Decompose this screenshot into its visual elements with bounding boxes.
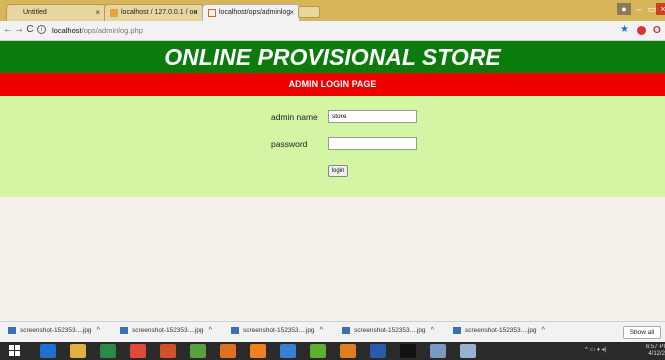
system-tray-icons[interactable]: ^ ▭ ♦ ◂) xyxy=(585,346,607,353)
password-field[interactable] xyxy=(328,137,417,150)
browser-tab-strip: Untitled × localhost / 127.0.0.1 / on × … xyxy=(0,0,665,21)
download-item[interactable]: screenshot-152353....jpg ^ xyxy=(342,327,434,334)
app-icon[interactable] xyxy=(280,344,296,358)
close-tab-icon[interactable]: × xyxy=(289,8,294,17)
tab-label: Untitled xyxy=(23,9,47,16)
user-icon[interactable]: ● xyxy=(617,3,631,15)
tab-label: localhost / 127.0.0.1 / on xyxy=(121,9,198,16)
opera-icon[interactable]: O xyxy=(653,25,661,37)
admin-name-label: admin name xyxy=(271,112,318,122)
app-icon[interactable] xyxy=(430,344,446,358)
phpmyadmin-icon xyxy=(110,9,118,17)
show-all-button[interactable]: Show all xyxy=(623,326,661,339)
download-filename: screenshot-152353....jpg xyxy=(132,327,204,335)
store-icon[interactable] xyxy=(100,344,116,358)
url-path: /ops/adminlog.php xyxy=(81,26,143,35)
admin-name-field[interactable] xyxy=(328,110,417,123)
chevron-up-icon[interactable]: ^ xyxy=(320,327,323,334)
download-filename: screenshot-152353....jpg xyxy=(20,327,92,335)
bookmark-star-icon[interactable]: ★ xyxy=(620,24,629,36)
page-icon xyxy=(208,9,216,17)
close-window-icon[interactable]: × xyxy=(656,3,665,15)
clock-date: 4/12/2 xyxy=(648,351,665,357)
download-filename: screenshot-152353....jpg xyxy=(354,327,426,335)
image-file-icon xyxy=(8,327,16,334)
close-tab-icon[interactable]: × xyxy=(193,8,198,17)
login-button[interactable]: login xyxy=(328,165,348,177)
download-item[interactable]: screenshot-152353....jpg ^ xyxy=(120,327,212,334)
chevron-up-icon[interactable]: ^ xyxy=(542,327,545,334)
tab-adminlog[interactable]: localhost/ops/adminlog × xyxy=(202,4,300,21)
new-tab-button[interactable] xyxy=(298,6,320,18)
tab-phpmyadmin[interactable]: localhost / 127.0.0.1 / on × xyxy=(104,4,204,21)
chrome-icon[interactable] xyxy=(130,344,146,358)
chevron-up-icon[interactable]: ^ xyxy=(97,327,100,334)
word-icon[interactable] xyxy=(370,344,386,358)
extension-icon[interactable] xyxy=(637,26,646,35)
download-item[interactable]: screenshot-152353....jpg ^ xyxy=(8,327,100,334)
file-explorer-icon[interactable] xyxy=(70,344,86,358)
app-icon[interactable] xyxy=(190,344,206,358)
download-item[interactable]: screenshot-152353....jpg ^ xyxy=(231,327,323,334)
app-icon[interactable] xyxy=(310,344,326,358)
xampp-icon[interactable] xyxy=(220,344,236,358)
close-tab-icon[interactable]: × xyxy=(95,8,100,17)
minimize-icon[interactable]: – xyxy=(632,3,646,15)
chevron-up-icon[interactable]: ^ xyxy=(431,327,434,334)
address-bar-row: ← → C i localhost/ops/adminlog.php ★ O xyxy=(0,21,665,41)
forward-button[interactable]: → xyxy=(14,24,24,36)
vlc-icon[interactable] xyxy=(340,344,356,358)
downloads-bar: screenshot-152353....jpg ^ screenshot-152… xyxy=(0,321,665,343)
clock[interactable]: 6:57 PI 4/12/2 xyxy=(645,344,665,358)
page-subtitle: ADMIN LOGIN PAGE xyxy=(0,73,665,96)
app-icon[interactable] xyxy=(460,344,476,358)
password-label: password xyxy=(271,139,308,149)
windows-start-icon[interactable] xyxy=(9,345,21,357)
back-button[interactable]: ← xyxy=(3,24,13,36)
address-input[interactable]: localhost/ops/adminlog.php xyxy=(52,24,612,37)
tab-untitled[interactable]: Untitled × xyxy=(6,4,106,21)
clock-time: 6:57 PI xyxy=(645,344,665,350)
page-title: ONLINE PROVISIONAL STORE xyxy=(0,41,665,73)
url-host: localhost xyxy=(52,26,82,35)
image-file-icon xyxy=(453,327,461,334)
info-icon[interactable]: i xyxy=(37,25,46,34)
image-file-icon xyxy=(231,327,239,334)
powerpoint-icon[interactable] xyxy=(160,344,176,358)
taskbar: ^ ▭ ♦ ◂) 6:57 PI 4/12/2 xyxy=(0,342,665,360)
download-item[interactable]: screenshot-152353....jpg ^ xyxy=(453,327,545,334)
reload-button[interactable]: C xyxy=(25,24,35,36)
chevron-up-icon[interactable]: ^ xyxy=(209,327,212,334)
image-file-icon xyxy=(120,327,128,334)
terminal-icon[interactable] xyxy=(400,344,416,358)
app-icon[interactable] xyxy=(250,344,266,358)
tab-label: localhost/ops/adminlog xyxy=(219,9,291,16)
download-filename: screenshot-152353....jpg xyxy=(243,327,315,335)
image-file-icon xyxy=(342,327,350,334)
ie-icon[interactable] xyxy=(40,344,56,358)
download-filename: screenshot-152353....jpg xyxy=(465,327,537,335)
